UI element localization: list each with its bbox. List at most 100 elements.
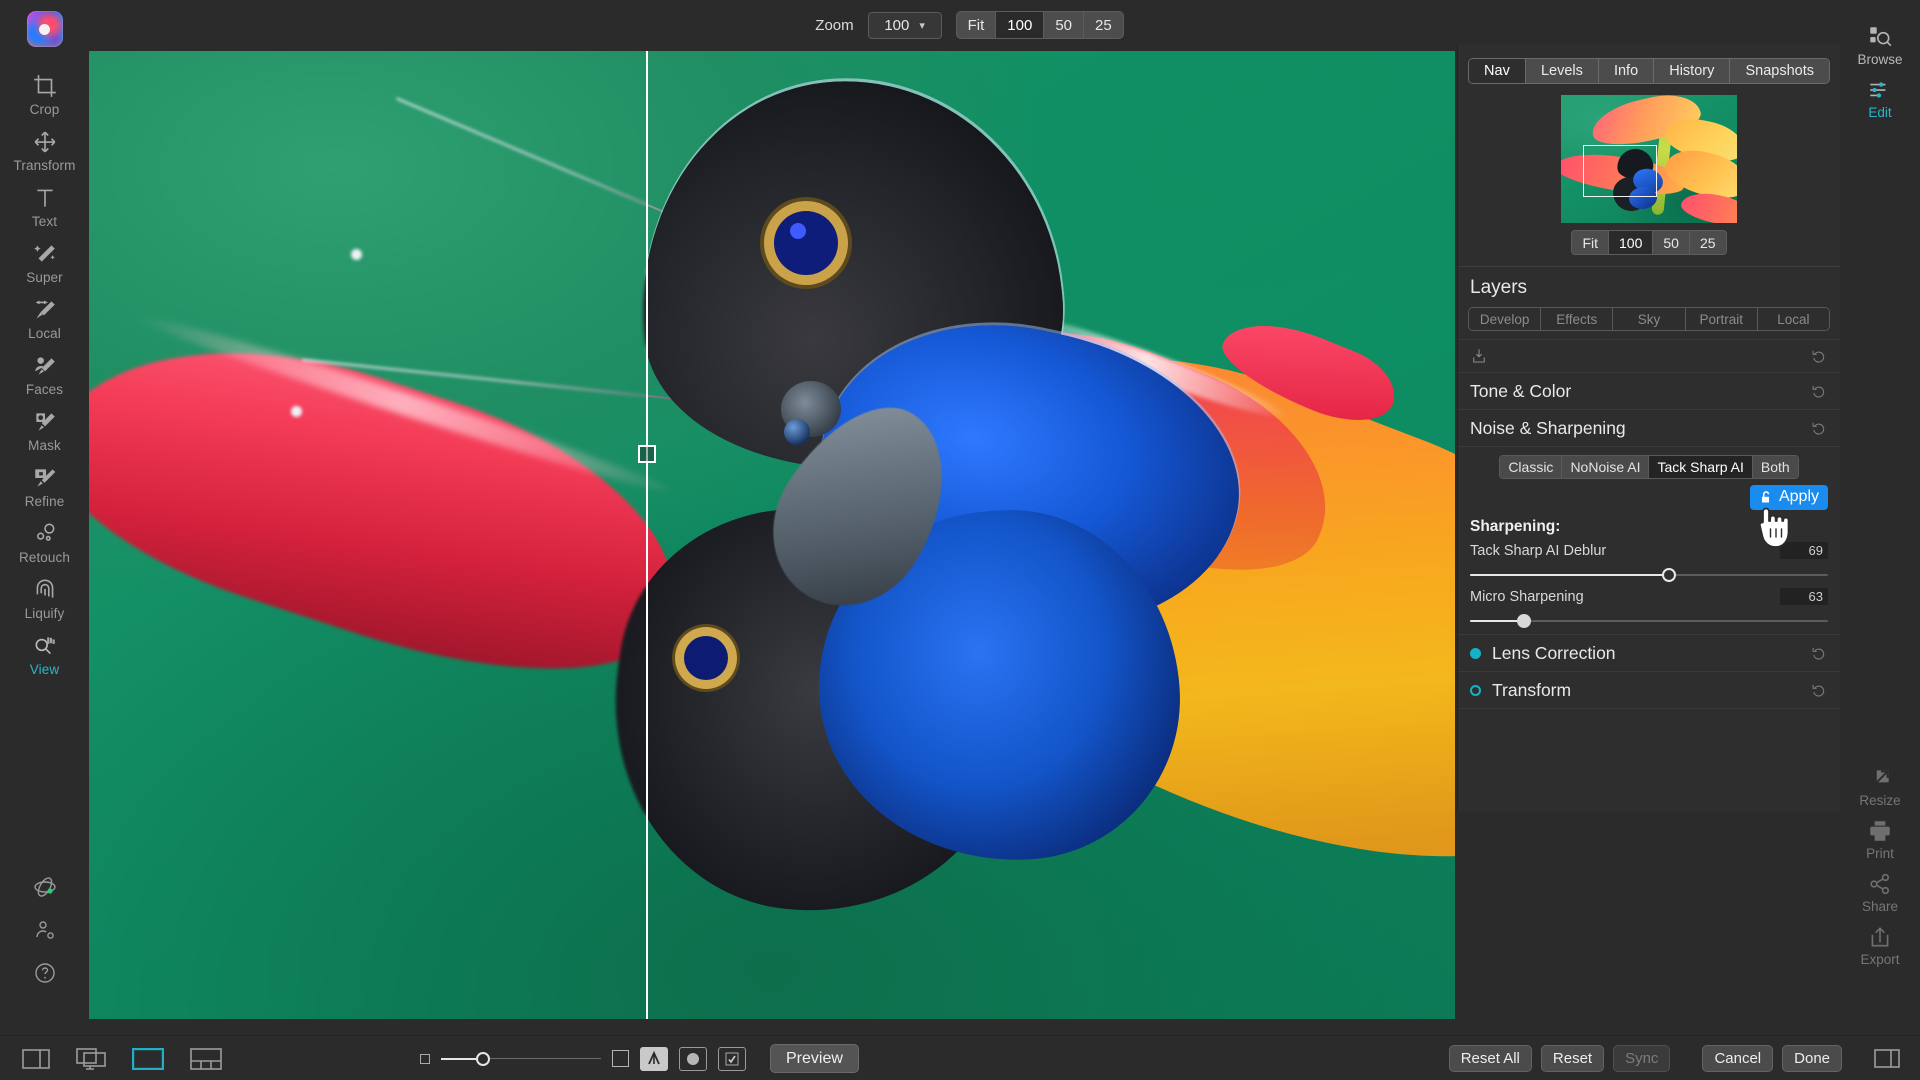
noise-sharpening-reset-arrow-icon[interactable] xyxy=(1811,420,1828,437)
section-noise-and-sharpening[interactable]: Noise & Sharpening xyxy=(1458,410,1840,447)
tool-liquify[interactable]: Liquify xyxy=(0,573,89,623)
module-export[interactable]: Export xyxy=(1840,914,1920,967)
tool-label: Text xyxy=(31,214,58,229)
tab-levels[interactable]: Levels xyxy=(1525,59,1599,83)
nav-preset-100[interactable]: 100 xyxy=(1609,231,1654,254)
layer-tab-sky[interactable]: Sky xyxy=(1613,308,1686,330)
tool-retouch[interactable]: Retouch xyxy=(0,517,89,567)
navigator-preset-group: Fit 100 50 25 xyxy=(1571,230,1727,255)
single-view-icon[interactable] xyxy=(132,1047,164,1070)
tab-info[interactable]: Info xyxy=(1598,59,1655,83)
reset-all-button[interactable]: Reset All xyxy=(1448,1045,1532,1072)
panel-toggle-icon[interactable] xyxy=(1874,1049,1900,1068)
image-canvas-area[interactable] xyxy=(89,51,1455,1019)
module-edit[interactable]: Edit xyxy=(1840,67,1920,120)
butterfly-eyespot-lower xyxy=(684,636,728,680)
tab-history[interactable]: History xyxy=(1654,59,1731,83)
section-transform[interactable]: Transform xyxy=(1458,672,1840,709)
tool-super[interactable]: Super xyxy=(0,237,89,287)
layer-tab-portrait[interactable]: Portrait xyxy=(1685,308,1758,330)
view-hand-icon xyxy=(32,633,58,659)
filmstrip-panel-icon[interactable] xyxy=(22,1048,50,1069)
thumbnail-size-slider[interactable] xyxy=(441,1051,601,1066)
slider-value[interactable]: 69 xyxy=(1780,542,1828,559)
done-button[interactable]: Done xyxy=(1782,1045,1842,1072)
module-print[interactable]: Print xyxy=(1840,808,1920,861)
tool-text[interactable]: Text xyxy=(0,181,89,231)
before-after-split-line[interactable] xyxy=(646,51,648,1019)
sync-status-icon[interactable] xyxy=(33,875,57,899)
navigator-viewport-rect[interactable] xyxy=(1583,145,1657,197)
thumbnail-size-knob[interactable] xyxy=(476,1051,490,1066)
section-title: Tone & Color xyxy=(1470,380,1572,401)
tool-view[interactable]: View xyxy=(0,629,89,679)
zoom-preset-50[interactable]: 50 xyxy=(1044,12,1085,38)
grid-view-icon[interactable] xyxy=(190,1047,222,1070)
rating-letter-icon[interactable] xyxy=(640,1046,668,1071)
add-layer-icon[interactable] xyxy=(1470,347,1488,365)
right-module-rail: Browse Edit Resize Print Share Export xyxy=(1840,0,1920,1035)
tone-color-reset-arrow-icon[interactable] xyxy=(1811,383,1828,400)
reset-button[interactable]: Reset xyxy=(1540,1045,1605,1072)
tab-snapshots[interactable]: Snapshots xyxy=(1730,59,1829,83)
module-share[interactable]: Share xyxy=(1840,861,1920,914)
zoom-preset-25[interactable]: 25 xyxy=(1084,12,1123,38)
layers-reset-arrow-icon[interactable] xyxy=(1811,348,1828,365)
tool-faces[interactable]: Faces xyxy=(0,349,89,399)
slider-micro-sharpening: Micro Sharpening 63 xyxy=(1458,582,1840,628)
module-browse[interactable]: Browse xyxy=(1840,0,1920,67)
slider-track[interactable] xyxy=(1470,614,1828,628)
apply-button[interactable]: Apply xyxy=(1749,485,1828,510)
navigator-thumbnail[interactable] xyxy=(1561,95,1737,223)
layer-tab-local[interactable]: Local xyxy=(1757,308,1829,330)
super-wand-icon xyxy=(32,241,58,267)
lens-correction-reset-arrow-icon[interactable] xyxy=(1811,645,1828,662)
preview-button[interactable]: Preview xyxy=(770,1044,859,1073)
export-icon xyxy=(1867,924,1893,950)
slider-value[interactable]: 63 xyxy=(1780,588,1828,605)
tool-label: Liquify xyxy=(24,606,65,621)
before-after-split-handle[interactable] xyxy=(638,445,656,463)
section-tone-and-color[interactable]: Tone & Color xyxy=(1458,373,1840,410)
slider-knob[interactable] xyxy=(1661,568,1676,582)
tool-transform[interactable]: Transform xyxy=(0,125,89,175)
section-title: Noise & Sharpening xyxy=(1470,417,1626,438)
help-icon[interactable] xyxy=(33,961,57,985)
mode-nonoise-ai[interactable]: NoNoise AI xyxy=(1562,456,1650,478)
large-thumbnail-icon[interactable] xyxy=(612,1050,629,1067)
checkmark-badge-icon[interactable] xyxy=(718,1046,746,1071)
layer-tab-effects[interactable]: Effects xyxy=(1541,308,1614,330)
tool-crop[interactable]: Crop xyxy=(0,69,89,119)
mode-tack-sharp-ai[interactable]: Tack Sharp AI xyxy=(1649,456,1753,478)
transform-reset-arrow-icon[interactable] xyxy=(1811,682,1828,699)
cancel-button[interactable]: Cancel xyxy=(1702,1045,1774,1072)
nav-preset-fit[interactable]: Fit xyxy=(1572,231,1610,254)
browse-icon xyxy=(1867,24,1893,50)
section-lens-correction[interactable]: Lens Correction xyxy=(1458,635,1840,672)
module-resize[interactable]: Resize xyxy=(1840,755,1920,808)
slider-track[interactable] xyxy=(1470,568,1828,582)
zoom-select-value: 100 xyxy=(884,16,910,34)
app-logo-icon[interactable] xyxy=(26,11,63,47)
nav-preset-25[interactable]: 25 xyxy=(1690,231,1726,254)
tool-local[interactable]: Local xyxy=(0,293,89,343)
mode-classic[interactable]: Classic xyxy=(1500,456,1563,478)
tab-nav[interactable]: Nav xyxy=(1469,59,1526,83)
color-label-icon[interactable] xyxy=(679,1046,707,1071)
zoom-preset-fit[interactable]: Fit xyxy=(957,12,997,38)
mode-both[interactable]: Both xyxy=(1752,456,1798,478)
tool-mask[interactable]: Mask xyxy=(0,405,89,455)
slider-knob[interactable] xyxy=(1516,614,1531,628)
zoom-select[interactable]: 100 ▾ xyxy=(867,11,942,39)
layer-tab-develop[interactable]: Develop xyxy=(1469,308,1542,330)
photo-preview[interactable] xyxy=(89,51,1455,1019)
account-settings-icon[interactable] xyxy=(33,918,57,942)
transform-disabled-dot-icon[interactable] xyxy=(1470,684,1481,696)
small-thumbnail-icon[interactable] xyxy=(420,1053,430,1064)
nav-preset-50[interactable]: 50 xyxy=(1653,231,1690,254)
compare-windows-icon[interactable] xyxy=(76,1047,106,1070)
zoom-preset-100[interactable]: 100 xyxy=(996,12,1045,38)
edit-side-panel: Nav Levels Info History Snapshots Fit 10… xyxy=(1457,44,1840,812)
tool-refine[interactable]: Refine xyxy=(0,461,89,511)
lens-correction-enabled-dot-icon[interactable] xyxy=(1470,647,1481,659)
